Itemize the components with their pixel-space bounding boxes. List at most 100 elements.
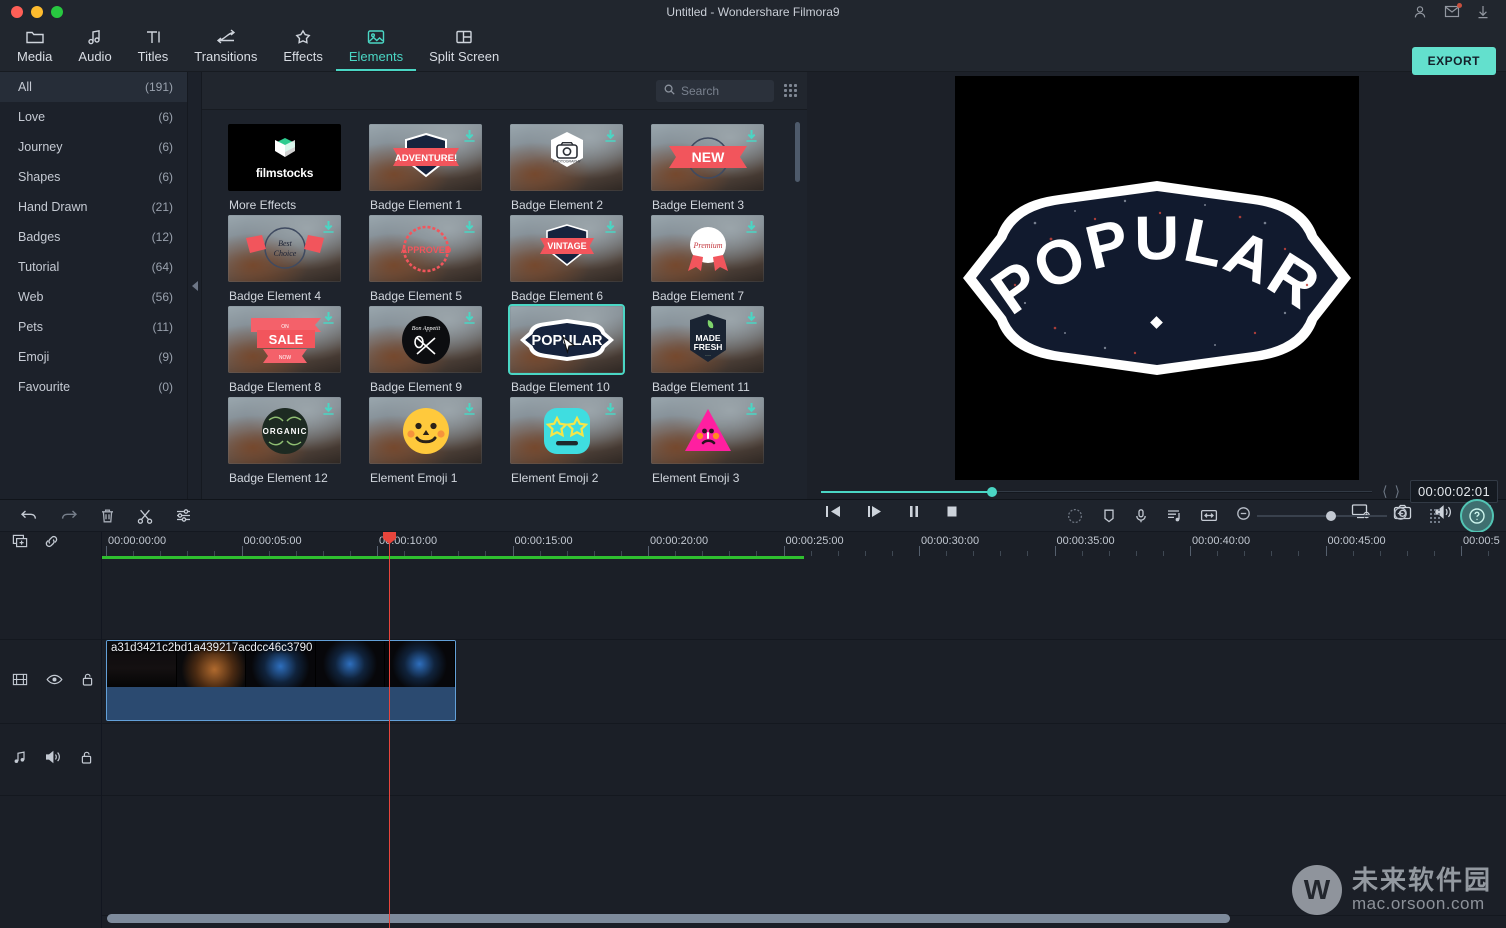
minimize-window-button[interactable] [31,6,43,18]
tab-elements[interactable]: Elements [335,24,417,71]
element-thumbnail[interactable]: PHOTOGRAPHY [510,124,623,191]
element-thumbnail[interactable]: POPULAR [508,304,625,375]
element-cell[interactable]: MADE FRESH ~~~ Badge Element 11 [651,306,792,394]
category-item-shapes[interactable]: Shapes (6) [0,162,187,192]
element-cell[interactable]: Element Emoji 3 [651,397,792,485]
redo-icon[interactable] [60,508,78,523]
settings-sliders-icon[interactable] [175,508,192,523]
undo-icon[interactable] [20,508,38,523]
tab-effects[interactable]: Effects [270,24,336,71]
music-icon[interactable] [12,750,27,770]
category-item-favourite[interactable]: Favourite (0) [0,372,187,402]
help-button[interactable] [1460,498,1494,533]
element-thumbnail[interactable] [510,397,623,464]
download-icon[interactable] [745,129,758,143]
element-thumbnail[interactable]: ORGANIC [228,397,341,464]
element-cell[interactable]: Best Choice Badge Element 4 [228,215,369,303]
element-thumbnail[interactable]: ADVENTURE! [369,124,482,191]
download-icon[interactable] [322,311,335,325]
account-icon[interactable] [1412,4,1428,20]
category-item-tutorial[interactable]: Tutorial (64) [0,252,187,282]
element-thumbnail[interactable]: APPROVED [369,215,482,282]
category-item-hand-drawn[interactable]: Hand Drawn (21) [0,192,187,222]
download-icon[interactable] [745,220,758,234]
element-thumbnail[interactable] [651,397,764,464]
timeline-ruler[interactable]: 00:00:00:00 00:00:05:00 00:00:10:00 00:00:1… [102,532,1506,556]
element-thumbnail[interactable]: Bon Appetit [369,306,482,373]
category-item-web[interactable]: Web (56) [0,282,187,312]
search-box[interactable] [656,79,774,102]
element-thumbnail[interactable]: Premium [651,215,764,282]
tab-titles[interactable]: Titles [125,24,182,71]
timeline-horizontal-scrollbar[interactable] [107,914,1231,923]
category-item-badges[interactable]: Badges (12) [0,222,187,252]
timeline-tracks-area[interactable]: 00:00:00:00 00:00:05:00 00:00:10:00 00:00:1… [102,532,1506,928]
film-icon[interactable] [12,672,28,692]
mark-out-icon[interactable]: ⟩ [1395,483,1400,500]
lock-icon[interactable] [81,672,94,692]
download-icon[interactable] [463,402,476,416]
element-cell[interactable]: Bon Appetit Badge Element 9 [369,306,510,394]
category-item-journey[interactable]: Journey (6) [0,132,187,162]
element-thumbnail[interactable]: NEW [651,124,764,191]
window-controls[interactable] [0,6,63,18]
download-icon[interactable] [322,402,335,416]
search-input[interactable] [681,83,766,98]
tab-split-screen[interactable]: Split Screen [416,24,512,71]
element-thumbnail[interactable]: MADE FRESH ~~~ [651,306,764,373]
element-cell[interactable]: APPROVED Badge Element 5 [369,215,510,303]
category-item-love[interactable]: Love (6) [0,102,187,132]
marker-icon[interactable] [1102,508,1116,524]
lock-icon[interactable] [80,750,93,770]
element-thumbnail[interactable]: Best Choice [228,215,341,282]
audio-mixer-icon[interactable] [1166,508,1182,524]
tab-transitions[interactable]: Transitions [181,24,270,71]
element-cell[interactable]: filmstocks More Effects [228,124,369,212]
element-cell[interactable]: ON SALE NOW Badge Element 8 [228,306,369,394]
timeline-track-extra[interactable] [102,796,1506,916]
render-preview-icon[interactable] [1066,508,1084,524]
zoom-track[interactable] [1257,510,1387,521]
element-cell[interactable]: Element Emoji 1 [369,397,510,485]
add-track-icon[interactable] [12,534,29,554]
element-cell[interactable]: POPULAR Badge Element 10 [508,304,651,394]
element-cell[interactable]: ADVENTURE! Badge Element 1 [369,124,510,212]
seek-slider[interactable] [821,486,1373,497]
stop-button[interactable] [945,504,959,519]
filmstocks-tile[interactable]: filmstocks [228,124,341,191]
tab-media[interactable]: Media [4,24,65,71]
element-cell[interactable]: VINTAGE Badge Element 6 [510,215,651,303]
timeline-track-audio[interactable] [102,724,1506,796]
download-icon[interactable] [745,402,758,416]
download-icon[interactable] [463,311,476,325]
mail-icon[interactable] [1444,3,1462,20]
delete-icon[interactable] [100,508,115,524]
mark-in-icon[interactable]: ⟨ [1382,483,1387,500]
download-icon[interactable] [604,129,617,143]
elements-scroll-area[interactable]: filmstocks More Effects ADVENTURE! Badge El… [202,110,807,499]
download-icon[interactable] [322,220,335,234]
elements-scrollbar[interactable] [795,122,800,182]
zoom-in-icon[interactable] [1393,506,1408,526]
play-button[interactable] [866,504,883,519]
download-icon[interactable] [604,220,617,234]
link-icon[interactable] [43,534,60,554]
zoom-slider[interactable] [1236,506,1408,526]
element-thumbnail[interactable]: VINTAGE [510,215,623,282]
element-cell[interactable]: PHOTOGRAPHY Badge Element 2 [510,124,651,212]
voiceover-icon[interactable] [1134,508,1148,524]
category-item-emoji[interactable]: Emoji (9) [0,342,187,372]
element-cell[interactable]: Premium Badge Element 7 [651,215,792,303]
download-icon[interactable] [1476,4,1492,20]
element-cell[interactable]: NEW Badge Element 3 [651,124,792,212]
fit-timeline-icon[interactable] [1200,508,1218,523]
category-item-all[interactable]: All (191) [0,72,187,102]
step-back-button[interactable] [825,504,842,519]
download-icon[interactable] [463,129,476,143]
cut-icon[interactable] [137,508,153,524]
seek-handle[interactable] [986,486,997,497]
video-preview-area[interactable]: POPULAR [807,72,1506,480]
zoom-out-icon[interactable] [1236,506,1251,526]
download-icon[interactable] [745,311,758,325]
maximize-window-button[interactable] [51,6,63,18]
